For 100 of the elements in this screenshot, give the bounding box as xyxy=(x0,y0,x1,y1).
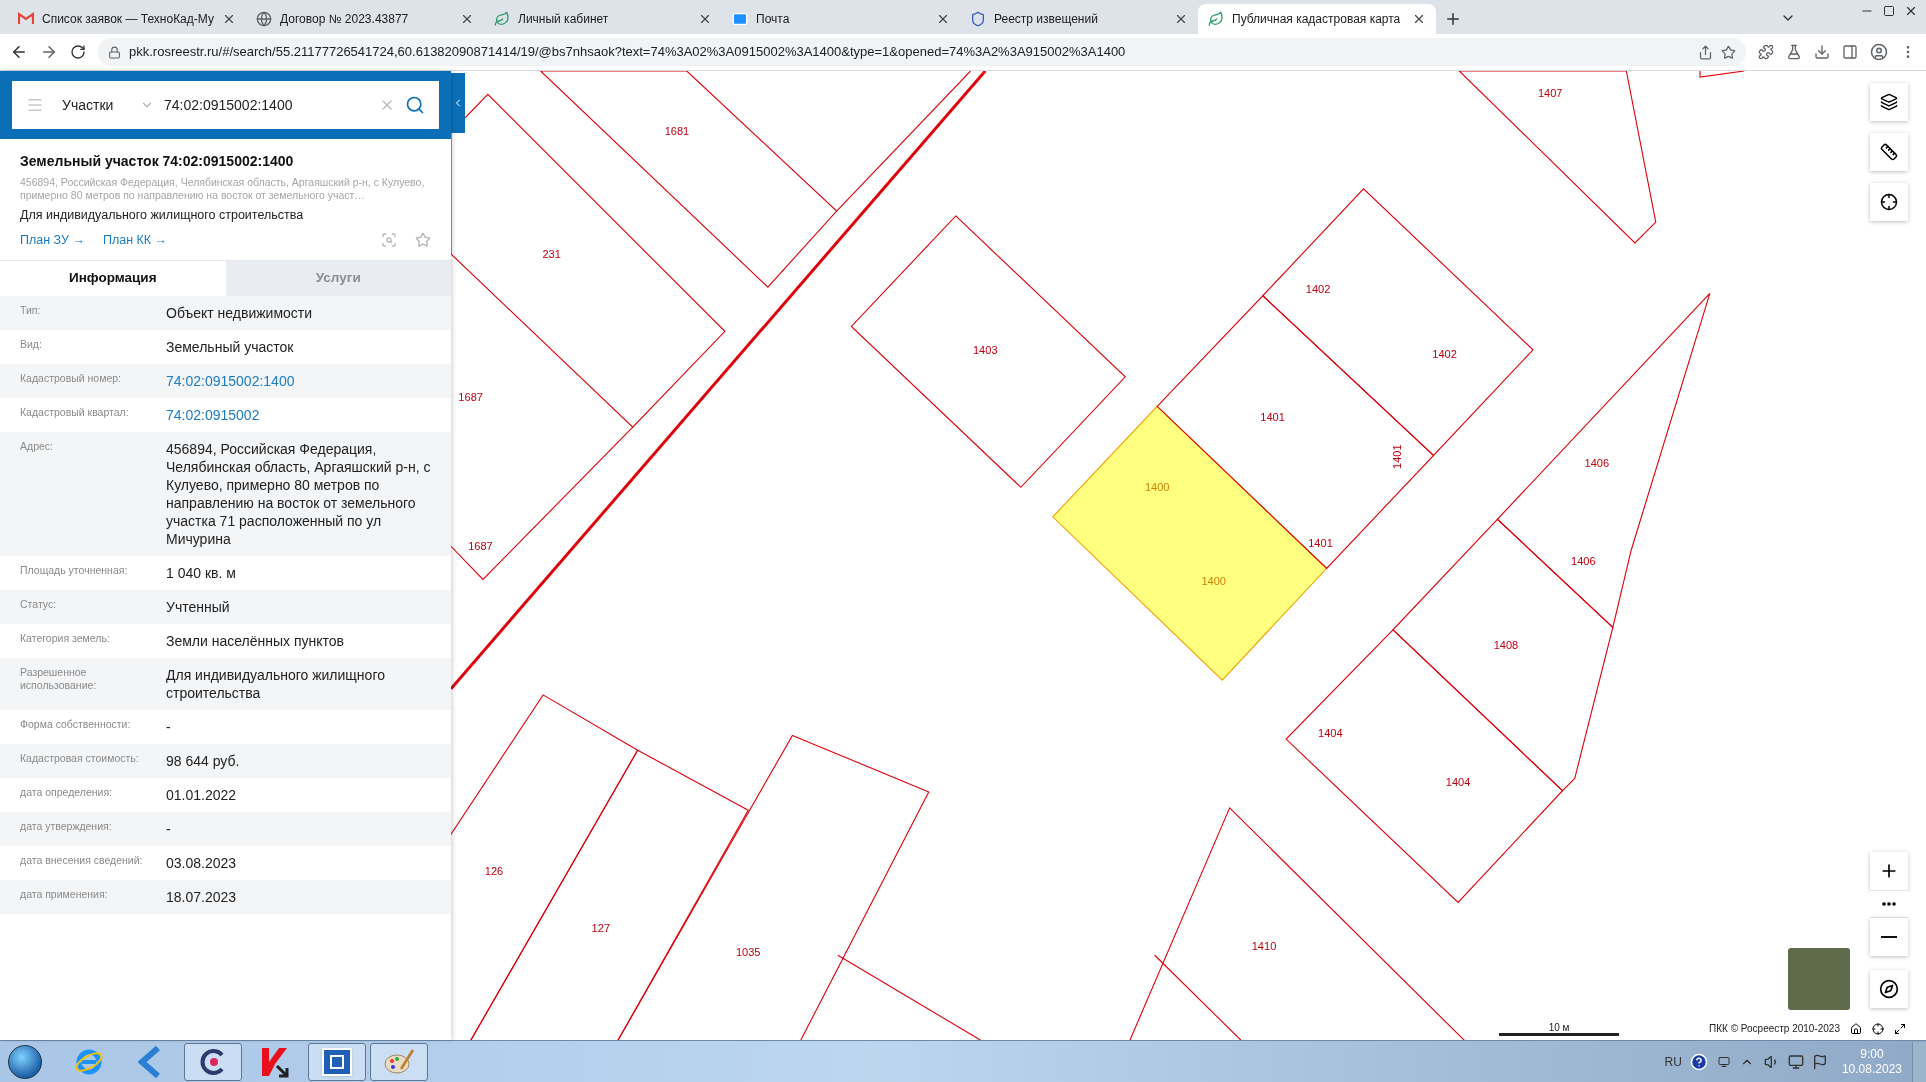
close-icon[interactable] xyxy=(1174,12,1188,26)
parcel-number: 1681 xyxy=(664,125,690,138)
parcel-number: 1404 xyxy=(1445,776,1471,789)
maximize-icon[interactable] xyxy=(1883,5,1895,17)
language-indicator[interactable]: RU xyxy=(1664,1052,1682,1071)
parcel-number: 1400 xyxy=(1144,481,1170,494)
flask-icon[interactable] xyxy=(1786,44,1802,60)
clock-time: 9:00 xyxy=(1860,1046,1884,1062)
parcel-outline[interactable] xyxy=(539,71,838,288)
field-label: Адрес: xyxy=(20,439,54,454)
field-label: Разрешенное использование: xyxy=(20,665,98,693)
field-label: Кадастровый номер: xyxy=(20,371,123,386)
close-icon[interactable] xyxy=(1412,12,1426,26)
close-window-icon[interactable] xyxy=(1904,4,1918,18)
layers-button[interactable] xyxy=(1870,83,1908,121)
tab-title: Договор № 2023.43877 xyxy=(280,11,410,28)
field-label: дата применения: xyxy=(20,887,109,902)
field-label: Кадастровая стоимость: xyxy=(20,751,140,766)
close-icon[interactable] xyxy=(460,12,474,26)
attribution-text: ПКК © Росреестр 2010-2023 xyxy=(1709,1022,1840,1036)
layers-icon xyxy=(1880,93,1898,111)
field-link[interactable]: 74:02:0915002 xyxy=(166,405,439,424)
zoom-in-button[interactable] xyxy=(1870,852,1908,890)
field-label: Категория земель: xyxy=(20,631,111,646)
taskbar-app-button[interactable] xyxy=(184,1042,242,1081)
parcel-number: 126 xyxy=(484,864,504,877)
field-label: Статус: xyxy=(20,597,58,612)
download-icon[interactable] xyxy=(1814,44,1830,60)
tab-title: Личный кабинет xyxy=(518,11,610,28)
browser-tab[interactable]: Договор № 2023.43877 xyxy=(246,4,484,34)
new-tab-icon[interactable] xyxy=(1444,10,1462,28)
category-select[interactable]: Участки xyxy=(54,94,154,116)
browser-tab[interactable]: Личный кабинет xyxy=(484,4,722,34)
parcel-outline[interactable] xyxy=(451,426,634,581)
ruler-button[interactable] xyxy=(1870,133,1908,171)
help-icon[interactable] xyxy=(1689,1052,1708,1071)
field-value: Объект недвижимости xyxy=(166,303,314,322)
minimap-thumbnail[interactable] xyxy=(1788,948,1850,1010)
field-value: 18.07.2023 xyxy=(166,887,238,906)
shield-icon xyxy=(970,11,986,27)
parcel-outline[interactable] xyxy=(1457,71,1657,244)
tab-title: Список заявок — ТехноКад-Му xyxy=(42,11,214,28)
parcel-outline[interactable] xyxy=(451,93,726,428)
search-input[interactable]: 74:02:0915002:1400 xyxy=(164,94,369,116)
parcel-number: 127 xyxy=(591,922,611,935)
favorite-star-icon[interactable] xyxy=(415,232,431,249)
network-icon[interactable] xyxy=(1787,1053,1804,1070)
object-title: Земельный участок 74:02:0915002:1400 xyxy=(20,152,295,171)
field-label: дата утверждения: xyxy=(20,819,113,834)
field-label: Вид: xyxy=(20,337,43,352)
parcel-number: 1401 xyxy=(1308,536,1333,549)
search-icon[interactable] xyxy=(405,95,425,115)
taskbar-app-button[interactable] xyxy=(308,1042,366,1081)
browser-tab[interactable]: Почта xyxy=(722,4,960,34)
close-icon[interactable] xyxy=(936,12,950,26)
reload-icon[interactable] xyxy=(70,44,86,60)
puzzle-icon[interactable] xyxy=(1758,44,1774,60)
field-value: Земли населённых пунктов xyxy=(166,631,346,650)
address-field[interactable]: pkk.rosreestr.ru/#/search/55.21177726541724,60.61382090871414/19/@bs7nhsaok?text=74%3A02%3A0915002%3A1400&type=1&opened=74%3A2%3A915002%3A1400 xyxy=(98,38,1746,66)
bookmark-star-icon[interactable] xyxy=(1721,44,1736,60)
parcel-number: 1687 xyxy=(468,540,493,553)
field-label: Кадастровый квартал: xyxy=(20,405,130,420)
zoom-out-button[interactable] xyxy=(1870,918,1908,956)
close-icon[interactable] xyxy=(222,12,236,26)
forward-icon[interactable] xyxy=(40,43,58,61)
lock-icon xyxy=(108,45,121,59)
field-value: Учтенный xyxy=(166,597,231,616)
browser-tab[interactable]: Реестр извещений xyxy=(960,4,1198,34)
home-icon[interactable] xyxy=(1850,1022,1862,1035)
side-panel-icon[interactable] xyxy=(1842,44,1858,60)
parcel-number: 1401 xyxy=(1260,411,1285,424)
parcel-number: 1687 xyxy=(458,390,483,403)
flag-icon[interactable] xyxy=(1811,1053,1828,1070)
parcel-number: 1035 xyxy=(735,945,761,958)
profile-icon[interactable] xyxy=(1870,43,1888,61)
field-link[interactable]: 74:02:0915002:1400 xyxy=(166,371,439,390)
compass-button[interactable] xyxy=(1870,970,1908,1008)
crosshair-icon[interactable] xyxy=(1872,1022,1884,1035)
share-icon[interactable] xyxy=(1698,44,1713,60)
parcel-number: 1410 xyxy=(1251,939,1277,952)
parcel-number: 1402 xyxy=(1432,347,1457,360)
parcel-number: 1402 xyxy=(1305,282,1331,295)
field-value: Земельный участок xyxy=(166,337,295,356)
object-purpose: Для индивидуального жилищного строительства xyxy=(20,207,305,224)
clock-date: 10.08.2023 xyxy=(1841,1061,1902,1077)
field-value: 456894, Российская Федерация, Челябинская область, Аргаяшский р-н, с Кулуево, примерно 80 метров по направлению на восток от земельного участка 71 расположенный по ул Мичурина xyxy=(166,439,432,548)
locate-button[interactable] xyxy=(1870,183,1908,221)
plan-link[interactable]: План ЗУ → xyxy=(20,230,85,250)
field-value: 1 040 кв. м xyxy=(166,563,237,582)
back-icon[interactable] xyxy=(10,43,28,61)
compass-icon xyxy=(1879,979,1899,999)
browser-tab[interactable]: Публичная кадастровая карта xyxy=(1198,4,1436,34)
close-icon[interactable] xyxy=(698,12,712,26)
fullscreen-icon[interactable] xyxy=(1894,1022,1906,1035)
parcel-number: 1401 xyxy=(1390,444,1403,469)
browser-tab[interactable]: Список заявок — ТехноКад-Му xyxy=(8,4,246,34)
parcel-number: 231 xyxy=(542,248,561,261)
field-label: Тип: xyxy=(20,303,42,318)
field-value: Для индивидуального жилищного строительства xyxy=(166,665,386,702)
plan-link[interactable]: План КК → xyxy=(102,230,168,250)
